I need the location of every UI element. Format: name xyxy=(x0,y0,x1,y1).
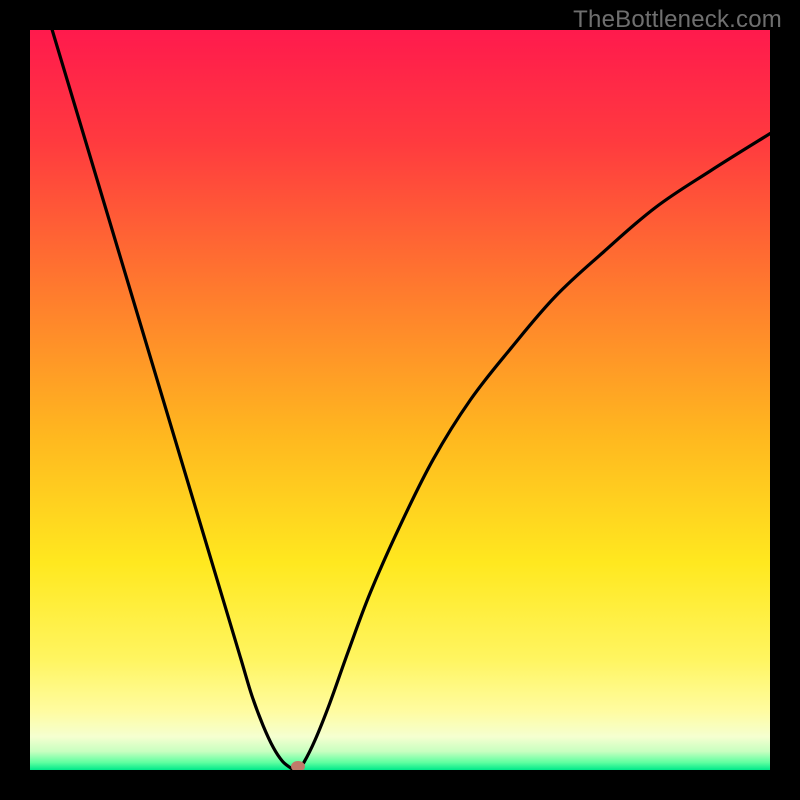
plot-area xyxy=(30,30,770,770)
watermark-text: TheBottleneck.com xyxy=(573,6,782,34)
chart-frame: TheBottleneck.com xyxy=(0,0,800,800)
optimum-marker xyxy=(291,761,305,770)
background-gradient xyxy=(30,30,770,770)
